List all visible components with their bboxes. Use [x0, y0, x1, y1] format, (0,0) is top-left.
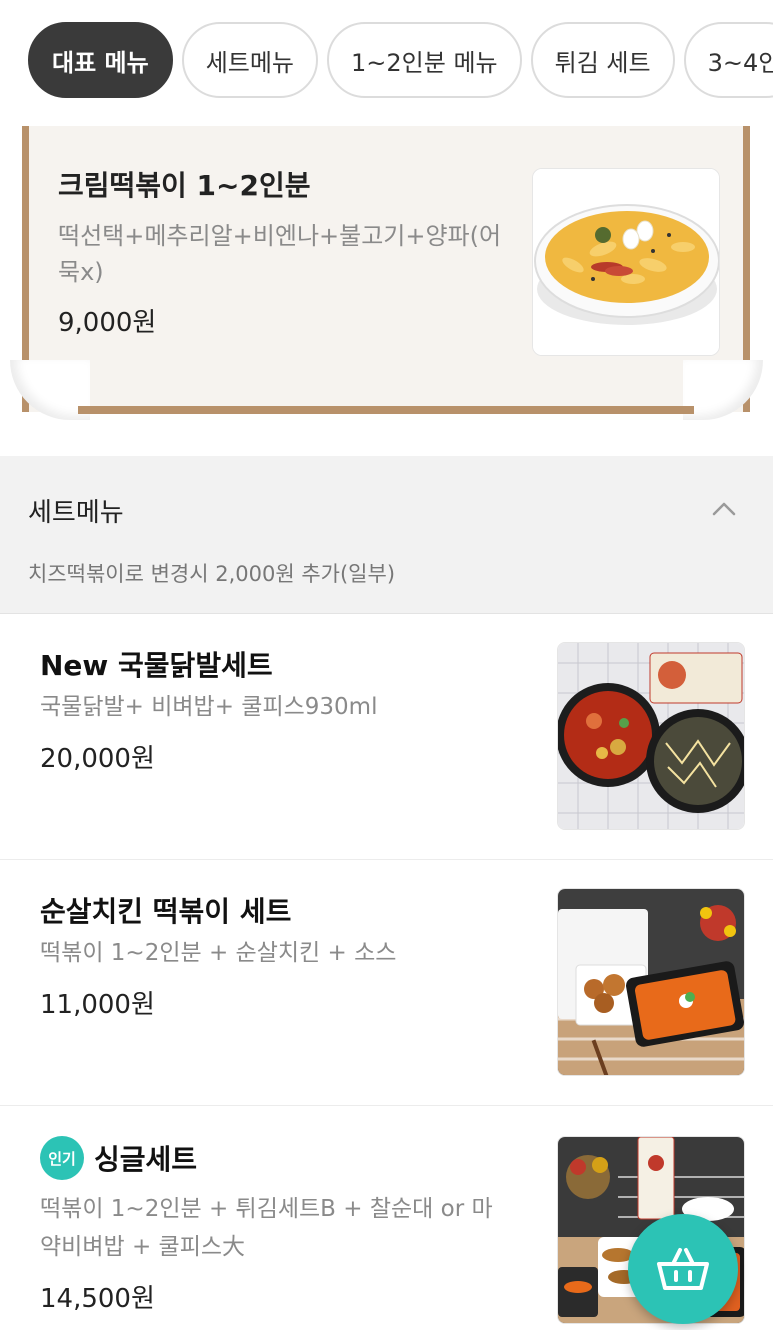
featured-title: 크림떡볶이 1~2인분 [58, 169, 311, 202]
scroll-bottom-bar [78, 406, 694, 414]
tab-3-4-person-menu[interactable]: 3~4인 [683, 22, 773, 98]
item-title-text: 싱글세트 [94, 1143, 198, 1176]
item-title-text: New 국물닭발세트 [40, 649, 273, 682]
featured-price: 9,000원 [58, 308, 157, 338]
item-price: 14,500원 [40, 1284, 155, 1314]
boneless-chicken-set-photo[interactable] [557, 888, 745, 1076]
item-description: 떡볶이 1~2인분 + 튀김세트B + 찰순대 or 마약비벼밥 + 쿨피스大 [40, 1196, 493, 1260]
scroll-curl-right [683, 360, 763, 420]
tab-signature-menu[interactable]: 대표 메뉴 [28, 22, 173, 98]
tab-set-menu[interactable]: 세트메뉴 [181, 22, 319, 98]
featured-text: 크림떡볶이 1~2인분 떡선택+메추리알+비엔나+불고기+양파(어묵x) 9,0… [58, 164, 518, 339]
item-price: 20,000원 [40, 744, 155, 774]
basket-icon [657, 1248, 709, 1290]
menu-item-chicken-feet-set[interactable]: New 국물닭발세트 국물닭발+ 비벼밥+ 쿨피스930ml 20,000원 [0, 614, 773, 860]
chevron-up-icon[interactable] [711, 496, 737, 522]
item-title: New 국물닭발세트 [40, 644, 273, 684]
chicken-feet-set-photo[interactable] [557, 642, 745, 830]
item-description: 떡볶이 1~2인분 + 순살치킨 + 소스 [40, 940, 397, 966]
featured-menu-card[interactable]: 크림떡볶이 1~2인분 떡선택+메추리알+비엔나+불고기+양파(어묵x) 9,0… [0, 124, 773, 424]
featured-description: 떡선택+메추리알+비엔나+불고기+양파(어묵x) [58, 222, 502, 286]
tab-fried-set[interactable]: 튀김 세트 [530, 22, 675, 98]
section-note: 치즈떡볶이로 변경시 2,000원 추가(일부) [28, 562, 396, 586]
set-menu-section-header[interactable]: 세트메뉴 치즈떡볶이로 변경시 2,000원 추가(일부) [0, 456, 773, 614]
category-tabs: 대표 메뉴 세트메뉴 1~2인분 메뉴 튀김 세트 3~4인 [28, 22, 773, 100]
item-price: 11,000원 [40, 990, 155, 1020]
popular-badge: 인기 [40, 1136, 84, 1180]
item-title: 순살치킨 떡볶이 세트 [40, 890, 291, 930]
cart-button[interactable] [628, 1214, 738, 1324]
item-description: 국물닭발+ 비벼밥+ 쿨피스930ml [40, 694, 378, 720]
menu-item-boneless-chicken-set[interactable]: 순살치킨 떡볶이 세트 떡볶이 1~2인분 + 순살치킨 + 소스 11,000… [0, 860, 773, 1106]
cream-tteokbokki-photo[interactable] [532, 168, 720, 356]
item-title: 인기 싱글세트 [40, 1136, 197, 1180]
item-title-text: 순살치킨 떡볶이 세트 [40, 895, 292, 928]
tab-1-2-person-menu[interactable]: 1~2인분 메뉴 [327, 22, 522, 98]
section-title: 세트메뉴 [28, 498, 124, 528]
